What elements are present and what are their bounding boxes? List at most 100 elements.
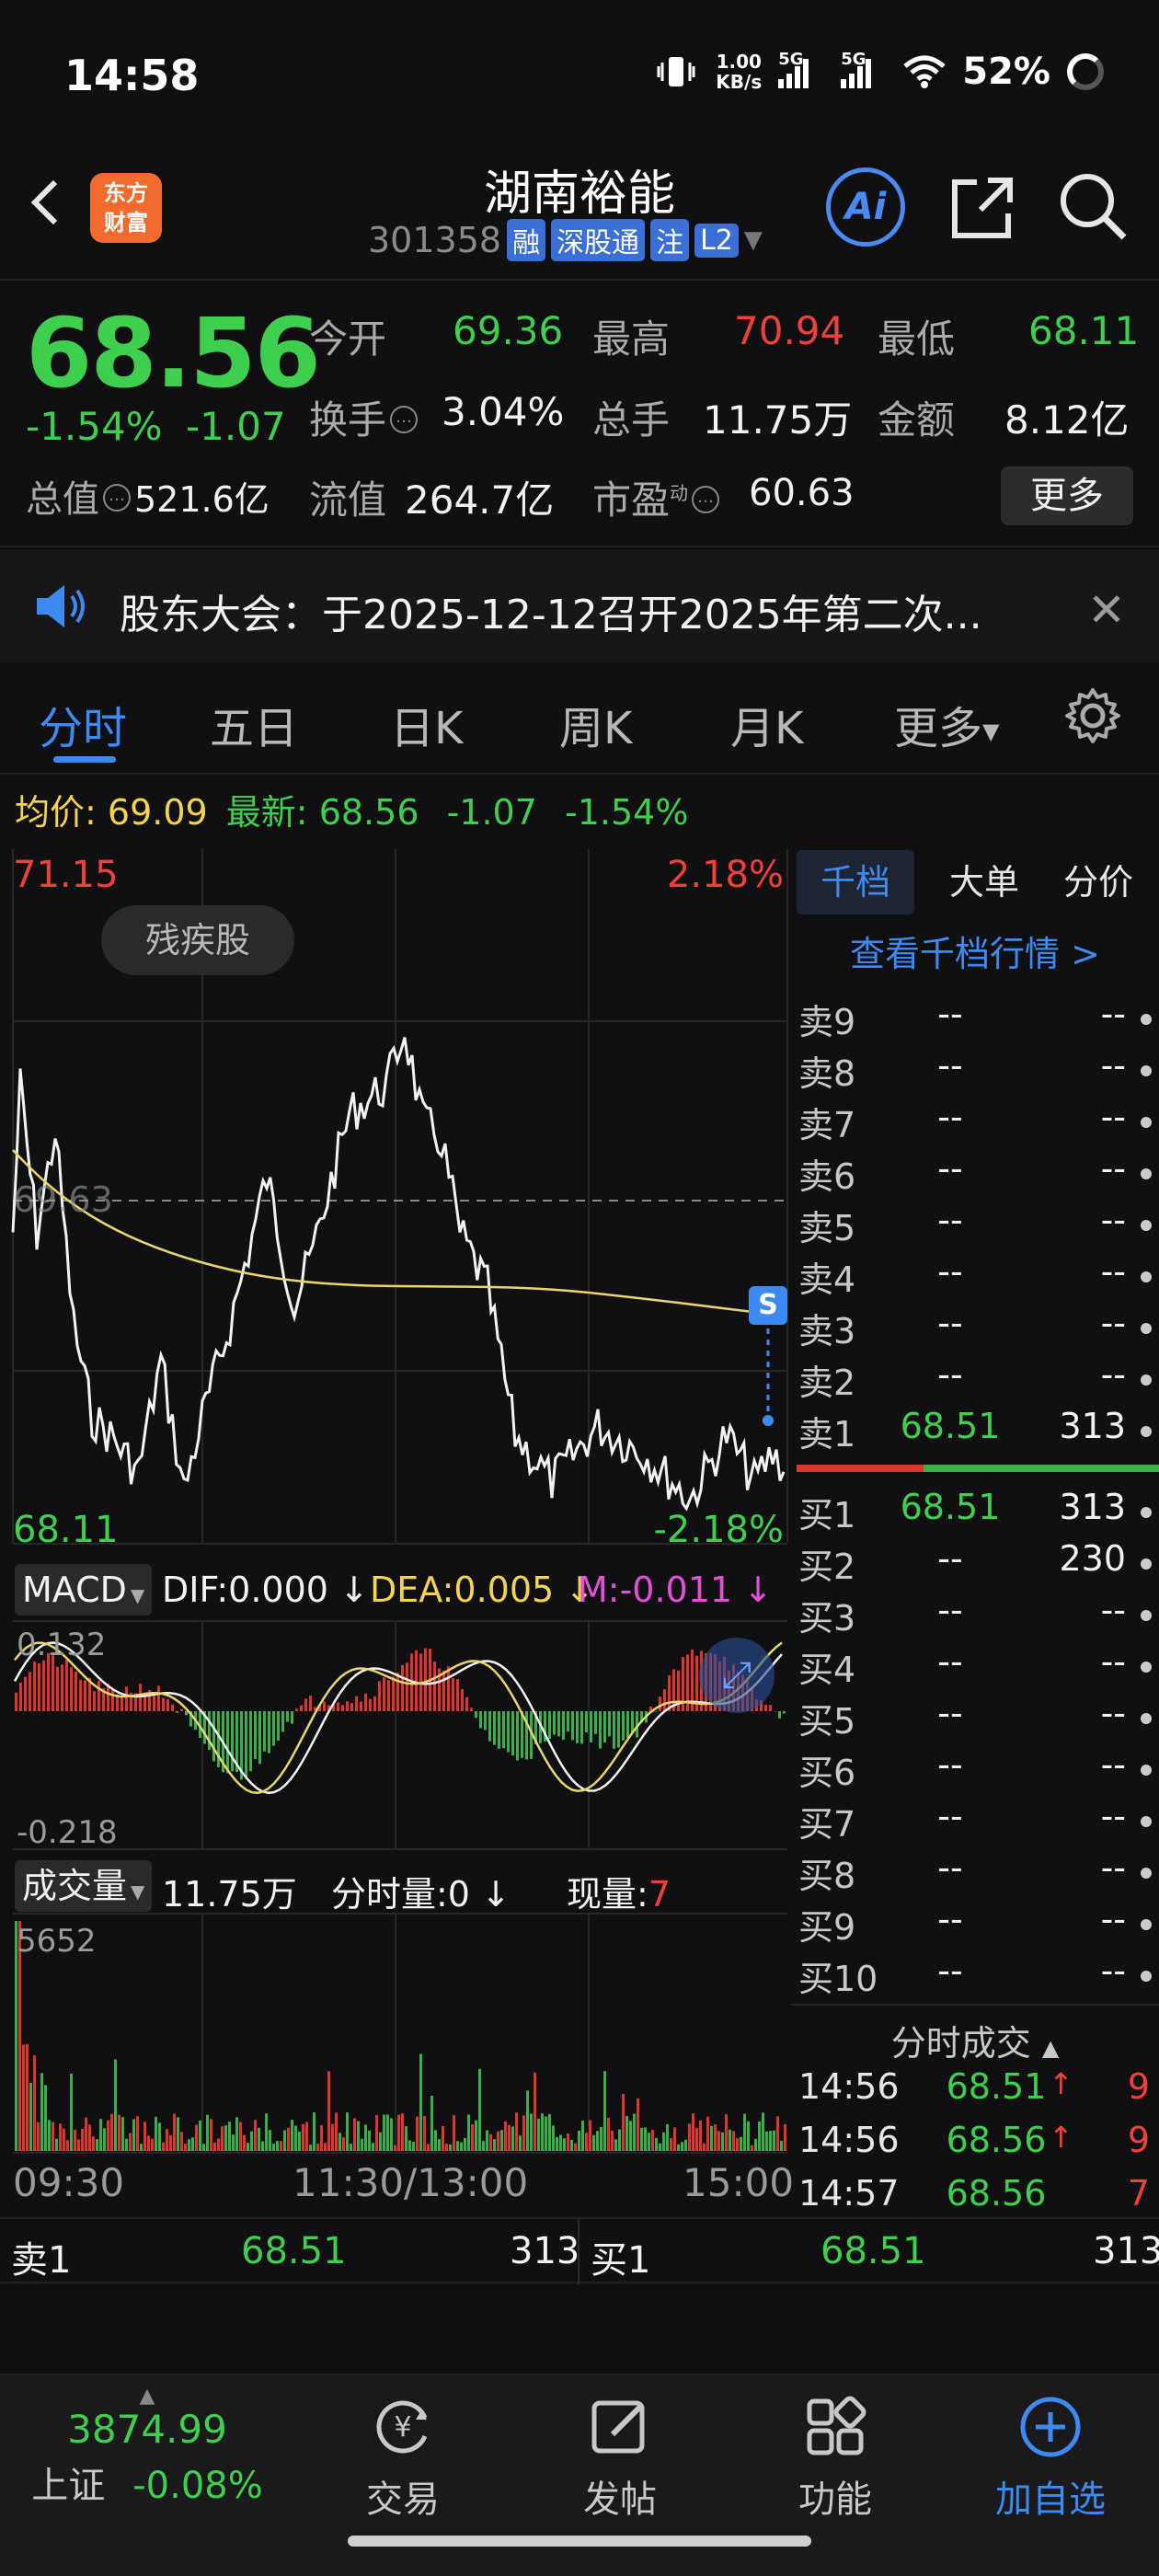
- ask-price: 68.51: [241, 2230, 347, 2272]
- more-button[interactable]: 更多: [1001, 466, 1133, 525]
- ai-assistant-button[interactable]: Ai: [826, 167, 905, 247]
- trade-arrow: ↑: [1049, 2120, 1073, 2155]
- macd-bar: [125, 1686, 128, 1711]
- tab-daily-k[interactable]: 日K: [390, 692, 463, 756]
- view-full-book-link[interactable]: 查看千档行情 >: [791, 926, 1159, 976]
- notice-text[interactable]: 股东大会：于2025-12-12召开2025年第二次...: [120, 581, 982, 640]
- volume-bar: [659, 2143, 661, 2151]
- volume-bar: [596, 2131, 599, 2151]
- tab-monthly-k[interactable]: 月K: [730, 692, 803, 756]
- volume-bar: [692, 2113, 694, 2151]
- tab-weekly-k[interactable]: 周K: [559, 692, 632, 756]
- macd-bar: [783, 1711, 786, 1714]
- notice-bar[interactable]: 股东大会：于2025-12-12召开2025年第二次... ✕: [0, 550, 1159, 662]
- info-icon[interactable]: …: [390, 405, 419, 433]
- nav-trade[interactable]: ¥ 交易: [311, 2375, 495, 2523]
- level-volume: --: [1100, 1744, 1126, 1785]
- macd-bar: [484, 1711, 487, 1731]
- stock-code-row[interactable]: 301358 融 深股通 注 L2 ▼: [368, 219, 763, 261]
- info-icon[interactable]: …: [692, 485, 720, 513]
- expand-icon[interactable]: ⤢: [699, 1638, 775, 1713]
- bid-level-row[interactable]: 买9 -- --: [798, 1899, 1157, 1950]
- macd-bar: [272, 1711, 275, 1746]
- index-ticker[interactable]: ▲ 3874.99 上证 -0.08%: [9, 2385, 285, 2509]
- level-volume: --: [1100, 1354, 1126, 1395]
- nav-functions[interactable]: 功能: [743, 2375, 927, 2523]
- bid-level-row[interactable]: 买7 -- --: [798, 1796, 1157, 1847]
- volume-bar: [239, 2122, 242, 2151]
- settings-gear-icon[interactable]: [1063, 686, 1122, 745]
- level-price: --: [937, 1251, 963, 1292]
- volume-bar: [611, 2131, 614, 2151]
- level-label: 买9: [798, 1907, 856, 1948]
- ask-level-row[interactable]: 卖6 -- --: [798, 1148, 1157, 1200]
- volume-bar: [40, 2073, 43, 2151]
- macd-bar: [608, 1711, 611, 1737]
- level-dot: [1141, 1919, 1152, 1930]
- bid-level-row[interactable]: 买8 -- --: [798, 1847, 1157, 1899]
- volume-bar: [574, 2143, 577, 2151]
- nav-post[interactable]: 发帖: [528, 2375, 712, 2523]
- tab-level-book[interactable]: 千档: [797, 850, 914, 914]
- close-icon[interactable]: ✕: [1087, 583, 1126, 637]
- level-dot: [1141, 1014, 1152, 1025]
- volume-bar: [563, 2138, 566, 2151]
- bid-level-row[interactable]: 买6 -- --: [798, 1744, 1157, 1796]
- ask-level-row[interactable]: 卖4 -- --: [798, 1251, 1157, 1303]
- ask-level-row[interactable]: 卖2 -- --: [798, 1354, 1157, 1406]
- badge-chip[interactable]: 残疾股: [101, 905, 294, 975]
- bid-level-row[interactable]: 买3 -- --: [798, 1590, 1157, 1641]
- share-icon[interactable]: [946, 171, 1019, 245]
- volume-bar: [88, 2124, 91, 2151]
- home-indicator[interactable]: [348, 2536, 811, 2547]
- volume-bar: [283, 2130, 286, 2151]
- bid-level-row[interactable]: 买5 -- --: [798, 1693, 1157, 1744]
- bid-level-row[interactable]: 买4 -- --: [798, 1641, 1157, 1693]
- tab-more[interactable]: 更多▼: [894, 692, 999, 756]
- divider: [578, 2219, 580, 2285]
- ask-level-row[interactable]: 卖1 68.51 313: [798, 1406, 1157, 1457]
- trades-title[interactable]: 分时成交 ▲: [791, 2004, 1159, 2065]
- tab-big-orders[interactable]: 大单: [929, 850, 1039, 914]
- bid-level-row[interactable]: 买2 -- 230: [798, 1538, 1157, 1590]
- macd-bar: [521, 1711, 523, 1758]
- bid-level-row[interactable]: 买10 -- --: [798, 1950, 1157, 2002]
- ask-level-row[interactable]: 卖5 -- --: [798, 1200, 1157, 1251]
- tab-five-day[interactable]: 五日: [210, 692, 298, 756]
- volume-indicator-select[interactable]: 成交量 ▼: [15, 1860, 153, 1912]
- volume-bar: [280, 2141, 282, 2151]
- ask-level-row[interactable]: 卖7 -- --: [798, 1097, 1157, 1148]
- volume-bar: [522, 2115, 525, 2151]
- macd-indicator-select[interactable]: MACD ▼: [15, 1564, 153, 1616]
- tag-level2: L2: [694, 223, 739, 258]
- bid-label: 买1: [591, 2239, 651, 2282]
- level-dot: [1141, 1374, 1152, 1386]
- search-icon[interactable]: [1056, 169, 1130, 243]
- volume-bar: [346, 2112, 349, 2151]
- sell-marker[interactable]: S: [749, 1286, 787, 1325]
- macd-bar: [79, 1680, 82, 1711]
- ask-level-row[interactable]: 卖8 -- --: [798, 1045, 1157, 1097]
- volume-bar: [640, 2127, 643, 2151]
- bid-level-row[interactable]: 买1 68.51 313: [798, 1487, 1157, 1538]
- ask-level-row[interactable]: 卖3 -- --: [798, 1303, 1157, 1354]
- tab-price-dist[interactable]: 分价: [1043, 850, 1153, 914]
- volume-bar: [81, 2129, 84, 2151]
- pct-axis-top: 2.18%: [666, 854, 784, 896]
- nav-add-watchlist[interactable]: 加自选: [958, 2375, 1142, 2523]
- macd-bar: [337, 1702, 339, 1711]
- tab-intraday[interactable]: 分时: [39, 692, 127, 756]
- level-dot: [1141, 1765, 1152, 1776]
- ask-level-row[interactable]: 卖9 -- --: [798, 994, 1157, 1045]
- level-dot: [1141, 1816, 1152, 1827]
- intraday-chart-area[interactable]: 71.15 2.18% 69.63 68.11 -2.18% 残疾股 S MAC…: [0, 846, 794, 2208]
- macd-bar: [226, 1711, 229, 1774]
- level-volume: --: [1100, 1847, 1126, 1888]
- macd-bar: [162, 1697, 165, 1711]
- level-volume: --: [1100, 1097, 1126, 1137]
- volume-bar: [460, 2142, 463, 2151]
- info-icon[interactable]: …: [103, 484, 131, 512]
- volume-bar: [670, 2138, 672, 2151]
- macd-bar: [392, 1676, 395, 1711]
- volume-bar: [717, 2131, 720, 2151]
